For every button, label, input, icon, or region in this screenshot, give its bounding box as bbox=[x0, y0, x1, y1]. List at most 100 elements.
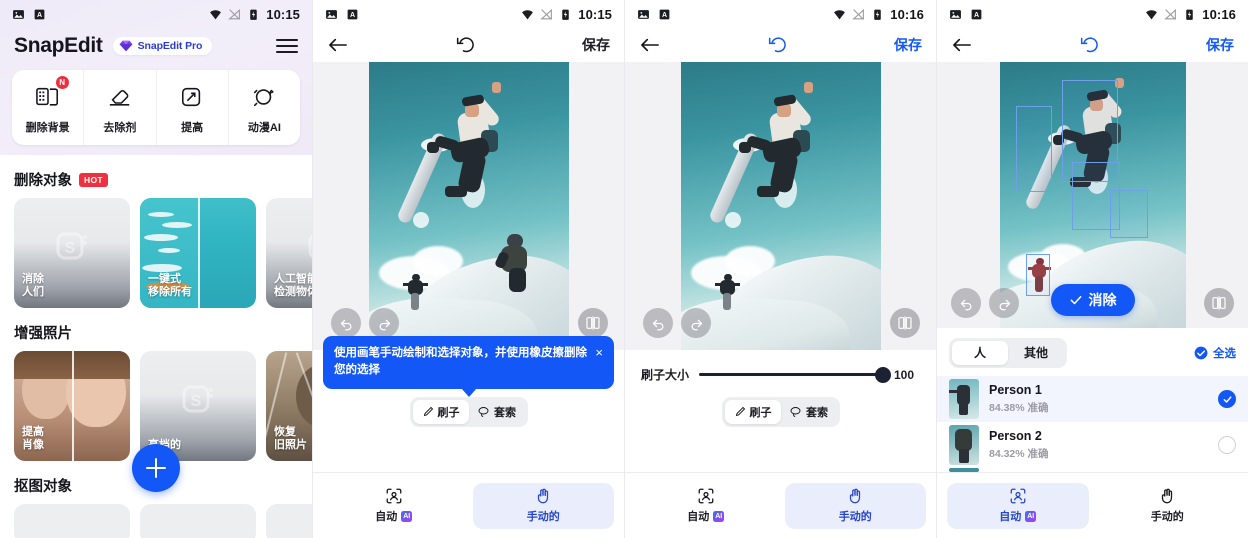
compare-icon bbox=[586, 316, 600, 330]
reset-icon[interactable] bbox=[1080, 35, 1100, 55]
auto-detect-icon bbox=[698, 488, 714, 504]
quick-action-enhance[interactable]: 提高 bbox=[155, 70, 228, 145]
snowboarder-secondary bbox=[493, 234, 539, 294]
wifi-icon bbox=[210, 9, 222, 19]
svg-text:A: A bbox=[974, 12, 979, 19]
list-item[interactable]: Person 2 84.32% 准确 bbox=[937, 422, 1248, 468]
brush-size-slider[interactable] bbox=[699, 366, 891, 383]
app-icon: A bbox=[971, 9, 982, 19]
photo-canvas[interactable]: 消除 bbox=[937, 62, 1248, 328]
segment-people[interactable]: 人 bbox=[952, 341, 1008, 365]
detected-people-list: Person 1 84.38% 准确 Person 2 84.32% 准确 bbox=[937, 376, 1248, 472]
quick-action-anime-ai[interactable]: 动漫AI bbox=[227, 70, 300, 145]
bottom-nav: 自动 AI 手动的 bbox=[625, 472, 936, 538]
back-arrow-icon[interactable] bbox=[327, 36, 349, 54]
reset-icon[interactable] bbox=[456, 35, 476, 55]
section-title: 删除对象 bbox=[14, 173, 72, 189]
svg-text:A: A bbox=[37, 12, 42, 19]
tool-lasso[interactable]: 套索 bbox=[781, 400, 837, 424]
status-right-icons: 10:15 bbox=[521, 7, 612, 22]
compare-icon bbox=[898, 316, 912, 330]
image-icon bbox=[638, 9, 649, 19]
reset-icon[interactable] bbox=[768, 35, 788, 55]
photo-canvas[interactable] bbox=[625, 62, 936, 350]
select-all-button[interactable]: 全选 bbox=[1194, 345, 1236, 361]
nav-manual[interactable]: 手动的 bbox=[472, 482, 614, 529]
nav-label-wrap: 自动 AI bbox=[687, 508, 725, 524]
status-bar: A 10:16 bbox=[937, 0, 1248, 28]
compare-button[interactable] bbox=[1204, 288, 1234, 318]
person-checkbox[interactable] bbox=[1218, 436, 1236, 454]
brush-size-label: 刷子大小 bbox=[641, 368, 690, 382]
status-bar: A 10:15 bbox=[313, 0, 624, 28]
quick-action-remove-background[interactable]: 删除背景 N bbox=[12, 70, 83, 145]
redo-button[interactable] bbox=[681, 308, 711, 338]
slider-knob[interactable] bbox=[875, 366, 891, 383]
tooltip-close-icon[interactable]: × bbox=[595, 345, 603, 380]
tile-remove-people[interactable]: S 消除 人们 bbox=[14, 198, 130, 308]
redo-button[interactable] bbox=[989, 288, 1019, 318]
nav-auto[interactable]: 自动 AI bbox=[947, 482, 1089, 529]
save-button[interactable]: 保存 bbox=[894, 35, 922, 55]
detection-box-4[interactable] bbox=[1109, 190, 1148, 238]
add-photo-fab[interactable] bbox=[132, 444, 180, 492]
tile-remove-all-one-tap[interactable]: 一键式 移除所有 bbox=[140, 198, 256, 308]
photo-canvas[interactable] bbox=[313, 62, 624, 350]
person-checkbox[interactable] bbox=[1218, 390, 1236, 408]
skier-small bbox=[402, 274, 429, 312]
nav-auto[interactable]: 自动 AI bbox=[323, 483, 465, 529]
quick-action-label: 提高 bbox=[181, 122, 204, 134]
wifi-icon bbox=[522, 9, 534, 19]
wifi-icon bbox=[1146, 9, 1158, 19]
tool-brush[interactable]: 刷子 bbox=[412, 400, 469, 424]
erase-button[interactable]: 消除 bbox=[1050, 284, 1135, 316]
detection-box-2[interactable] bbox=[1015, 106, 1052, 192]
tool-brush[interactable]: 刷子 bbox=[724, 400, 781, 424]
nav-manual[interactable]: 手动的 bbox=[784, 482, 926, 529]
detection-box-5[interactable] bbox=[1025, 254, 1050, 296]
tile-enhance-portrait[interactable]: 提高 肖像 bbox=[14, 351, 130, 461]
nav-manual[interactable]: 手动的 bbox=[1097, 483, 1239, 529]
nav-auto[interactable]: 自动 AI bbox=[635, 483, 777, 529]
app-icon: A bbox=[659, 9, 670, 19]
compare-button[interactable] bbox=[578, 308, 608, 338]
back-arrow-icon[interactable] bbox=[951, 36, 973, 54]
undo-button[interactable] bbox=[643, 308, 673, 338]
pro-badge-button[interactable]: SnapEdit Pro bbox=[112, 37, 213, 55]
tool-lasso[interactable]: 套索 bbox=[469, 400, 525, 424]
signal-off-icon bbox=[540, 8, 553, 20]
manual-tool-tooltip: 使用画笔手动绘制和选择对象，并使用橡皮擦删除您的选择 × bbox=[323, 336, 614, 396]
redo-icon bbox=[999, 299, 1010, 310]
hamburger-menu-icon[interactable] bbox=[276, 39, 298, 53]
battery-icon bbox=[250, 9, 257, 20]
status-right-icons: 10:16 bbox=[1145, 7, 1236, 22]
tile-cutout-1[interactable] bbox=[14, 504, 130, 538]
tile-cutout-2[interactable] bbox=[140, 504, 256, 538]
undo-button[interactable] bbox=[331, 308, 361, 338]
ai-badge: AI bbox=[713, 510, 725, 522]
save-button[interactable]: 保存 bbox=[582, 35, 610, 55]
edited-photo[interactable] bbox=[680, 62, 881, 350]
check-circle-icon bbox=[1194, 346, 1208, 360]
brush-icon bbox=[735, 406, 745, 417]
person-thumbnail bbox=[949, 425, 979, 465]
segment-others[interactable]: 其他 bbox=[1008, 341, 1064, 365]
signal-off-icon bbox=[1164, 8, 1177, 20]
quick-action-eraser[interactable]: 去除剂 bbox=[83, 70, 155, 145]
tile-caption: 提高 肖像 bbox=[22, 425, 44, 452]
compare-button[interactable] bbox=[890, 308, 920, 338]
tile-restore-old-photo[interactable]: 恢复 旧照片 bbox=[266, 351, 312, 461]
back-arrow-icon[interactable] bbox=[639, 36, 661, 54]
editor-top-bar: 保存 bbox=[625, 28, 936, 62]
skier-small bbox=[714, 274, 741, 312]
edited-photo[interactable] bbox=[368, 62, 569, 350]
save-button[interactable]: 保存 bbox=[1206, 35, 1234, 55]
nav-label: 自动 bbox=[375, 511, 398, 523]
tile-ai-detect-objects[interactable]: S 人工智能自 检测物体 bbox=[266, 198, 312, 308]
image-icon bbox=[950, 9, 961, 19]
svg-text:A: A bbox=[350, 12, 355, 19]
tile-cutout-3[interactable] bbox=[266, 504, 312, 538]
redo-button[interactable] bbox=[369, 308, 399, 338]
undo-button[interactable] bbox=[951, 288, 981, 318]
list-item[interactable]: Person 1 84.38% 准确 bbox=[937, 376, 1248, 422]
